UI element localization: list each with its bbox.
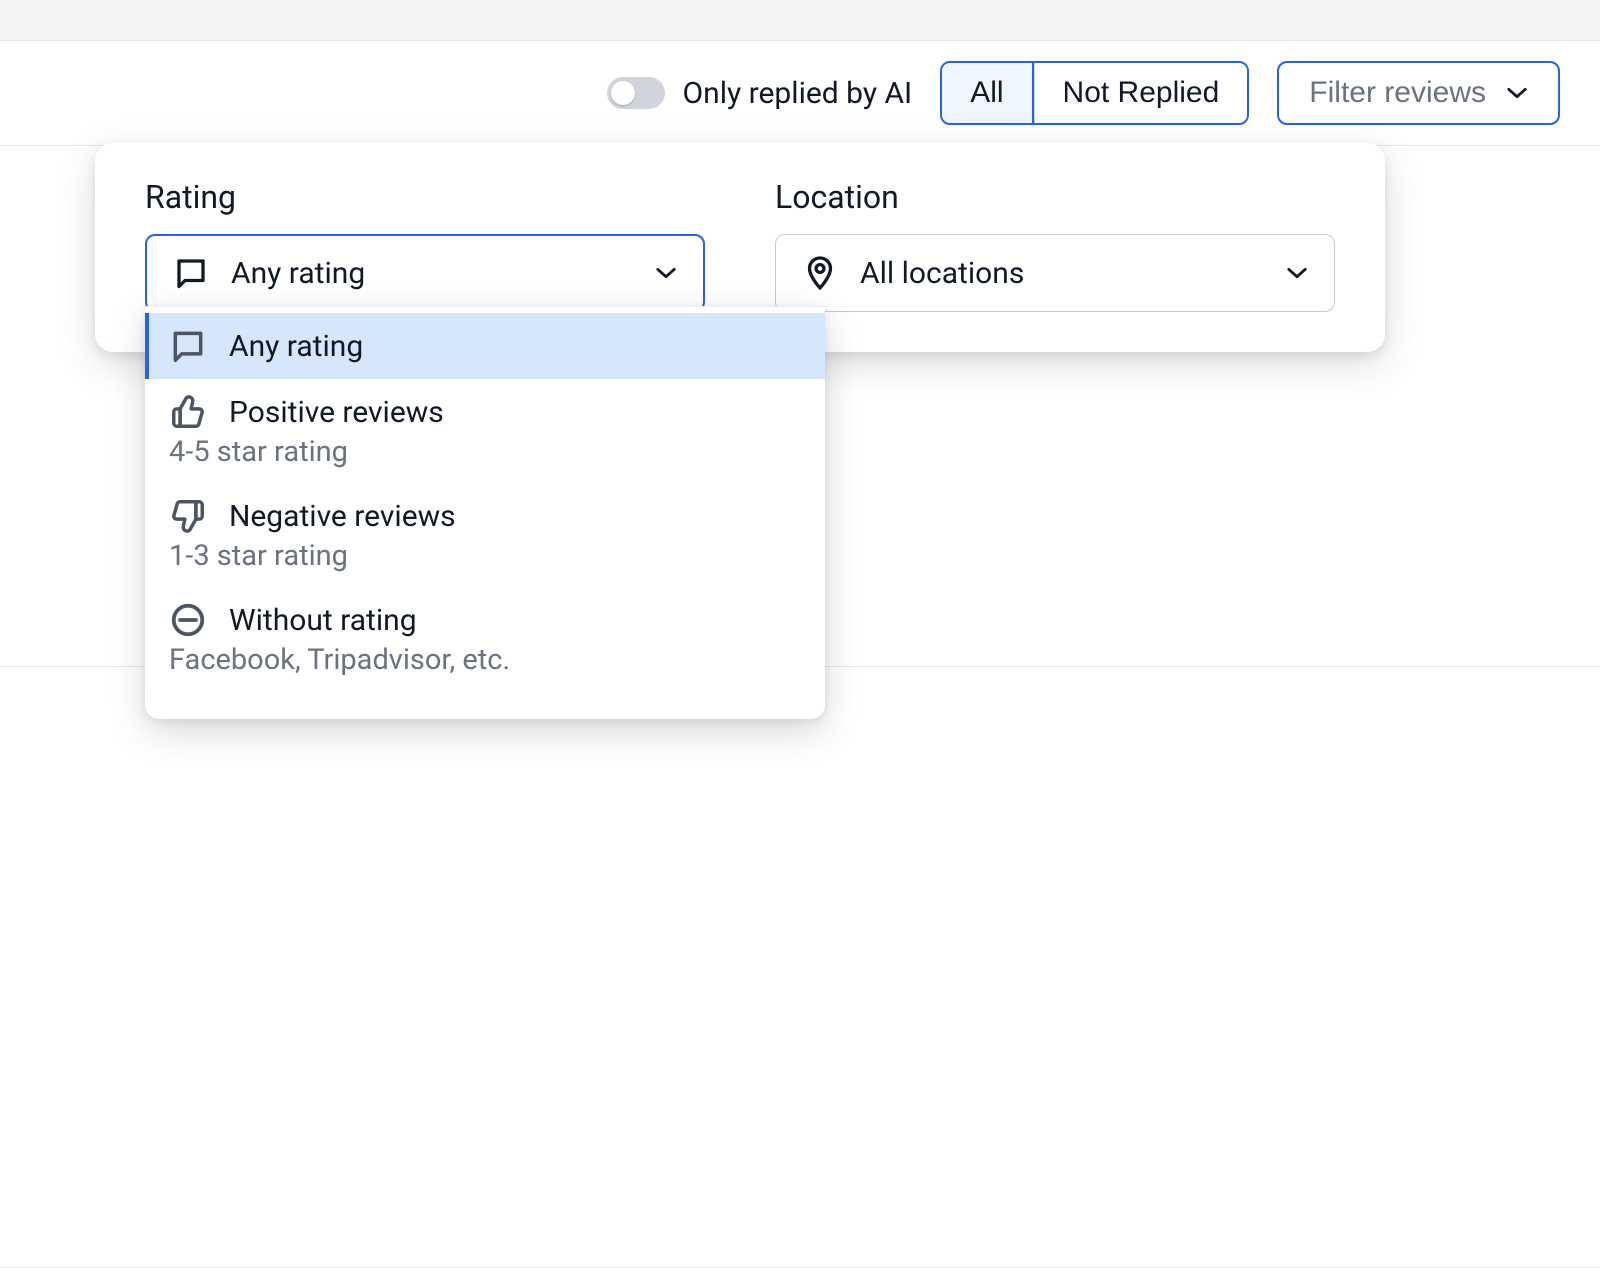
filter-reviews-button[interactable]: Filter reviews bbox=[1277, 61, 1560, 125]
thumbs-up-icon bbox=[169, 393, 207, 431]
chevron-down-icon bbox=[655, 262, 677, 284]
option-label: Without rating bbox=[229, 603, 417, 638]
chevron-down-icon bbox=[1506, 82, 1528, 104]
chat-icon bbox=[169, 327, 207, 365]
option-sublabel: Facebook, Tripadvisor, etc. bbox=[169, 643, 801, 677]
content-below bbox=[0, 667, 1600, 1267]
location-select[interactable]: All locations bbox=[775, 234, 1335, 312]
seg-all-button[interactable]: All bbox=[942, 63, 1033, 123]
chevron-down-icon bbox=[1286, 262, 1308, 284]
rating-heading: Rating bbox=[145, 178, 705, 216]
main-panel: Only replied by AI All Not Replied Filte… bbox=[0, 40, 1600, 1268]
reply-filter-segmented: All Not Replied bbox=[940, 61, 1249, 125]
location-column: Location All locations bbox=[775, 178, 1335, 312]
location-select-value: All locations bbox=[860, 256, 1024, 291]
rating-select-value: Any rating bbox=[231, 256, 365, 291]
minus-circle-icon bbox=[169, 601, 207, 639]
seg-not-replied-button[interactable]: Not Replied bbox=[1034, 63, 1248, 123]
ai-reply-toggle-group: Only replied by AI bbox=[607, 76, 913, 111]
ai-reply-toggle-label: Only replied by AI bbox=[683, 76, 913, 111]
rating-option-positive[interactable]: Positive reviews 4-5 star rating bbox=[145, 379, 825, 483]
toolbar: Only replied by AI All Not Replied Filte… bbox=[0, 41, 1600, 146]
option-label: Any rating bbox=[229, 329, 363, 364]
option-label: Negative reviews bbox=[229, 499, 456, 534]
location-pin-icon bbox=[802, 255, 838, 291]
filter-reviews-label: Filter reviews bbox=[1309, 76, 1486, 110]
toggle-knob bbox=[611, 81, 635, 105]
option-sublabel: 1-3 star rating bbox=[169, 539, 801, 573]
option-label: Positive reviews bbox=[229, 395, 444, 430]
ai-reply-toggle[interactable] bbox=[607, 77, 665, 109]
rating-option-any[interactable]: Any rating bbox=[145, 313, 825, 379]
rating-column: Rating Any rating bbox=[145, 178, 705, 312]
location-heading: Location bbox=[775, 178, 1335, 216]
rating-option-without[interactable]: Without rating Facebook, Tripadvisor, et… bbox=[145, 587, 825, 691]
chat-icon bbox=[173, 255, 209, 291]
rating-select[interactable]: Any rating bbox=[145, 234, 705, 312]
rating-option-negative[interactable]: Negative reviews 1-3 star rating bbox=[145, 483, 825, 587]
option-sublabel: 4-5 star rating bbox=[169, 435, 801, 469]
rating-dropdown: Any rating Positive reviews 4-5 star rat… bbox=[145, 306, 825, 719]
thumbs-down-icon bbox=[169, 497, 207, 535]
